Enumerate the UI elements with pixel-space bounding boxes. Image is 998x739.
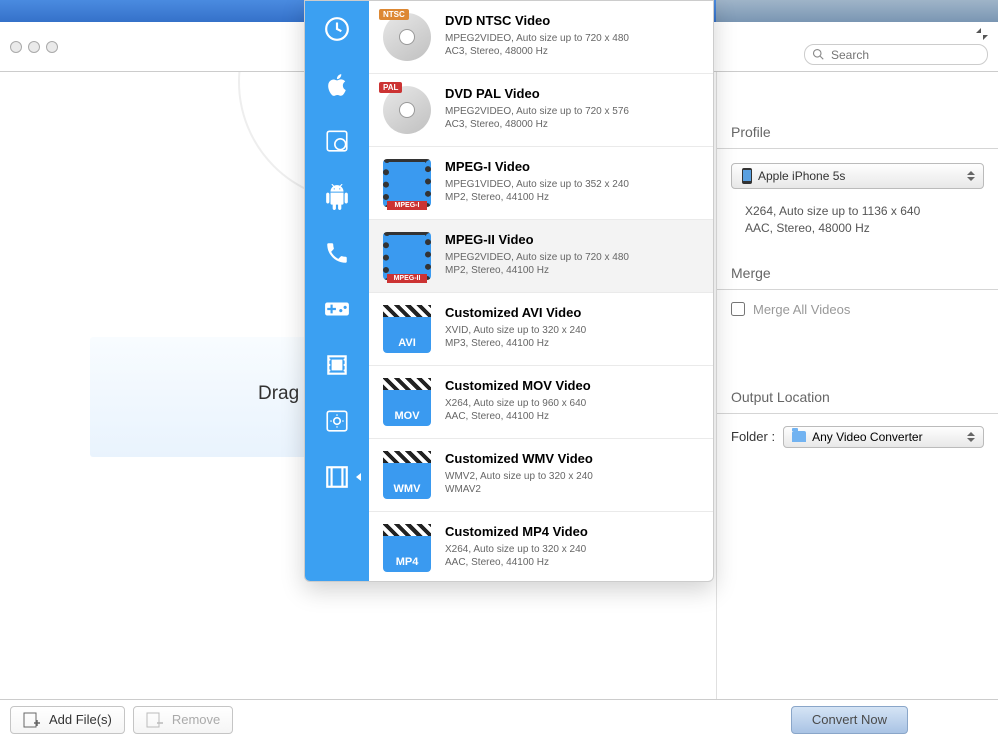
dropzone-text: Drag: [258, 383, 299, 405]
format-item[interactable]: MOV Customized MOV Video X264, Auto size u…: [369, 366, 713, 439]
category-apple-icon[interactable]: [323, 71, 351, 99]
window-minimize-button[interactable]: [28, 41, 40, 53]
format-item[interactable]: PAL DVD PAL Video MPEG2VIDEO, Auto size up…: [369, 74, 713, 147]
category-video-icon[interactable]: [323, 351, 351, 379]
format-item[interactable]: AVI Customized AVI Video XVID, Auto size u…: [369, 293, 713, 366]
remove-label: Remove: [172, 712, 220, 727]
format-meta: X264, Auto size up to 960 x 640AAC, Ster…: [445, 397, 699, 423]
profile-selected-label: Apple iPhone 5s: [758, 169, 845, 183]
format-thumb-icon: PAL: [383, 86, 431, 134]
format-title: Customized MP4 Video: [445, 524, 699, 539]
add-files-icon: [23, 711, 41, 729]
category-disc-icon[interactable]: [323, 127, 351, 155]
merge-check-input[interactable]: [731, 302, 745, 316]
folder-value: Any Video Converter: [812, 430, 923, 444]
category-recent-icon[interactable]: [323, 15, 351, 43]
convert-label: Convert Now: [812, 712, 887, 727]
format-meta: WMV2, Auto size up to 320 x 240WMAV2: [445, 470, 699, 496]
format-title: Customized MOV Video: [445, 378, 699, 393]
format-thumb-icon: AVI: [383, 305, 431, 353]
format-item[interactable]: MPEG-I MPEG-I Video MPEG1VIDEO, Auto size …: [369, 147, 713, 220]
remove-button[interactable]: Remove: [133, 706, 233, 734]
format-list[interactable]: NTSC DVD NTSC Video MPEG2VIDEO, Auto size …: [369, 1, 713, 581]
add-files-button[interactable]: Add File(s): [10, 706, 125, 734]
format-meta: MPEG2VIDEO, Auto size up to 720 x 576AC3…: [445, 105, 699, 131]
category-phone-icon[interactable]: [323, 239, 351, 267]
folder-icon: [792, 431, 806, 442]
format-item[interactable]: MP4 Customized MP4 Video X264, Auto size u…: [369, 512, 713, 581]
format-thumb-icon: WMV: [383, 451, 431, 499]
fullscreen-icon[interactable]: [976, 28, 988, 40]
format-title: MPEG-II Video: [445, 232, 699, 247]
format-meta: XVID, Auto size up to 320 x 240MP3, Ster…: [445, 324, 699, 350]
format-meta: MPEG2VIDEO, Auto size up to 720 x 480MP2…: [445, 251, 699, 277]
profile-detail-audio: AAC, Stereo, 48000 Hz: [745, 220, 984, 237]
category-game-icon[interactable]: [323, 295, 351, 323]
profile-dropdown[interactable]: Apple iPhone 5s: [731, 163, 984, 189]
format-title: Customized WMV Video: [445, 451, 699, 466]
format-thumb-icon: MP4: [383, 524, 431, 572]
folder-dropdown[interactable]: Any Video Converter: [783, 426, 984, 448]
search-icon: [812, 48, 824, 60]
profile-detail-video: X264, Auto size up to 1136 x 640: [745, 203, 984, 220]
format-meta: X264, Auto size up to 320 x 240AAC, Ster…: [445, 543, 699, 569]
format-item[interactable]: WMV Customized WMV Video WMV2, Auto size u…: [369, 439, 713, 512]
profile-format-panel: NTSC DVD NTSC Video MPEG2VIDEO, Auto size …: [304, 0, 714, 582]
merge-section-header: Merge: [717, 255, 998, 290]
format-thumb-icon: MPEG-II: [383, 232, 431, 280]
format-item[interactable]: MPEG-II MPEG-II Video MPEG2VIDEO, Auto siz…: [369, 220, 713, 293]
profile-section-header: Profile: [717, 114, 998, 149]
format-item[interactable]: NTSC DVD NTSC Video MPEG2VIDEO, Auto size …: [369, 1, 713, 74]
category-android-icon[interactable]: [323, 183, 351, 211]
search-input[interactable]: [804, 44, 988, 65]
format-thumb-icon: NTSC: [383, 13, 431, 61]
merge-label: Merge All Videos: [753, 302, 850, 317]
convert-button[interactable]: Convert Now: [791, 706, 908, 734]
format-meta: MPEG2VIDEO, Auto size up to 720 x 480AC3…: [445, 32, 699, 58]
format-title: MPEG-I Video: [445, 159, 699, 174]
format-title: Customized AVI Video: [445, 305, 699, 320]
format-title: DVD PAL Video: [445, 86, 699, 101]
category-settings-icon[interactable]: [323, 407, 351, 435]
merge-all-checkbox[interactable]: Merge All Videos: [731, 302, 984, 317]
window-close-button[interactable]: [10, 41, 22, 53]
category-film-icon[interactable]: [323, 463, 351, 491]
iphone-icon: [742, 168, 752, 184]
folder-label: Folder :: [731, 429, 775, 444]
add-files-label: Add File(s): [49, 712, 112, 727]
window-zoom-button[interactable]: [46, 41, 58, 53]
format-title: DVD NTSC Video: [445, 13, 699, 28]
format-thumb-icon: MOV: [383, 378, 431, 426]
format-thumb-icon: MPEG-I: [383, 159, 431, 207]
remove-icon: [146, 711, 164, 729]
format-meta: MPEG1VIDEO, Auto size up to 352 x 240MP2…: [445, 178, 699, 204]
output-section-header: Output Location: [717, 379, 998, 414]
